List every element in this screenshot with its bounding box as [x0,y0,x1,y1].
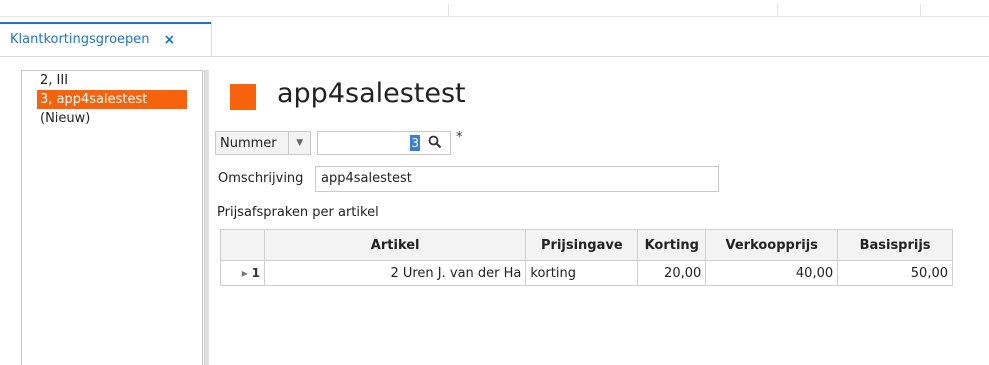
column-header-indicator [220,229,265,261]
search-icon[interactable] [428,135,442,149]
tab-bar: Klantkortingsgroepen × [0,22,989,57]
sidebar-item-2-iii[interactable]: 2, III [22,71,202,90]
number-input[interactable]: 3 [317,131,451,155]
column-header-prijsingave[interactable]: Prijsingave [525,229,639,261]
sidebar-item-app4salestest[interactable]: 3, app4salestest [37,90,187,109]
top-strip [0,0,989,17]
splitter[interactable] [204,70,209,365]
cell-basisprijs[interactable]: 50,00 [837,260,953,286]
section-label: Prijsafspraken per artikel [217,205,379,220]
cell-korting[interactable]: 20,00 [637,260,707,286]
omschrijving-field[interactable]: app4salestest [315,166,719,192]
cell-prijsingave[interactable]: korting [525,260,639,286]
cell-artikel[interactable]: 2 Uren J. van der Ha [263,260,527,286]
toolbar-divider [920,4,921,16]
close-icon[interactable]: × [164,32,176,48]
prijsafspraken-table: Artikel Prijsingave Korting Verkoopprijs… [220,229,953,286]
column-header-korting[interactable]: Korting [637,229,707,261]
column-header-verkoopprijs[interactable]: Verkoopprijs [705,229,839,261]
table-header-row: Artikel Prijsingave Korting Verkoopprijs… [220,229,953,261]
number-value: 3 [410,135,420,151]
row-indicator[interactable]: ▸ 1 [220,260,265,286]
field-select-dropdown[interactable]: Nummer ▼ [215,131,311,155]
cell-verkoopprijs[interactable]: 40,00 [705,260,839,286]
field-select-label: Nummer [220,135,277,151]
row-arrow-icon: ▸ [241,266,248,280]
page-title: app4salestest [277,78,466,109]
required-marker: * [456,130,463,145]
tab-label: Klantkortingsgroepen [10,32,150,47]
column-header-basisprijs[interactable]: Basisprijs [837,229,953,261]
toolbar-divider [777,4,778,16]
row-number: 1 [251,266,260,280]
color-swatch [230,84,256,110]
tab-klantkortingsgroepen[interactable]: Klantkortingsgroepen × [0,22,211,55]
tab-edge [211,22,212,56]
toolbar-divider [448,4,449,16]
table-row[interactable]: ▸ 1 2 Uren J. van der Ha korting 20,00 4… [220,260,953,286]
sidebar-list: 2, III 3, app4salestest (Nieuw) [21,70,203,365]
chevron-down-icon[interactable]: ▼ [288,132,310,154]
column-header-artikel[interactable]: Artikel [263,229,527,261]
omschrijving-label: Omschrijving [218,171,304,186]
sidebar-item-nieuw[interactable]: (Nieuw) [22,109,202,128]
